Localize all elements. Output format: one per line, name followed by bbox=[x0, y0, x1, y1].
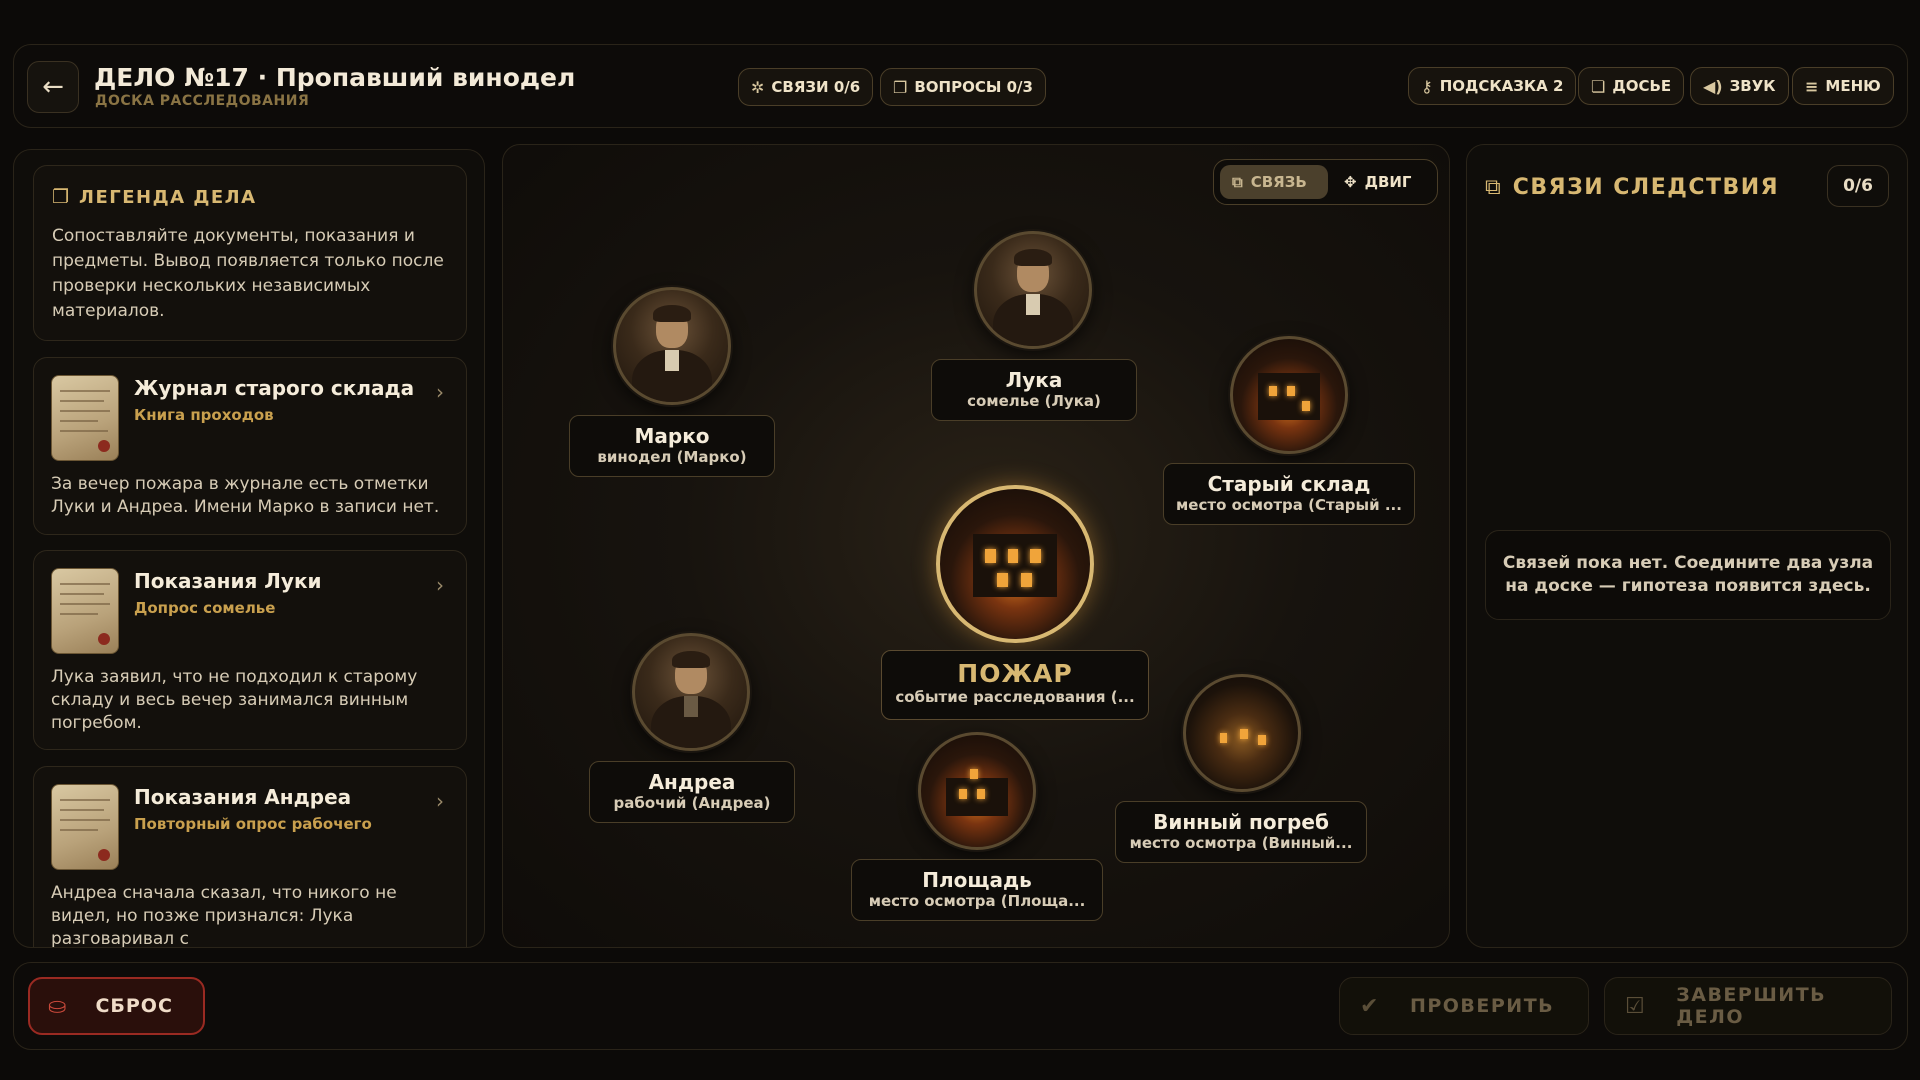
document-title: Показания Луки bbox=[134, 569, 322, 593]
folder-icon: ❏ bbox=[1591, 76, 1606, 96]
chevron-right-icon: › bbox=[436, 380, 444, 404]
document-thumbnail bbox=[51, 784, 119, 870]
speaker-icon: ◀) bbox=[1703, 76, 1723, 96]
reset-label: СБРОС bbox=[95, 995, 173, 1017]
document-subtitle: Книга проходов bbox=[134, 406, 274, 424]
node-role: место осмотра (Винный... bbox=[1129, 834, 1353, 852]
node-label-square[interactable]: Площадь место осмотра (Площа... bbox=[851, 859, 1103, 921]
links-empty-state: Связей пока нет. Соедините два узла на д… bbox=[1485, 530, 1891, 620]
node-label-fire[interactable]: ПОЖАР событие расследования (... bbox=[881, 650, 1149, 720]
node-name: Лука bbox=[1005, 368, 1063, 392]
investigation-board[interactable]: ⧉ СВЯЗЬ ✥ ДВИГ Марко винодел (Марко) Лук… bbox=[502, 144, 1450, 948]
node-name: Площадь bbox=[922, 868, 1032, 892]
case-materials-panel: ❐ ЛЕГЕНДА ДЕЛА Сопоставляйте документы, … bbox=[13, 149, 485, 948]
node-portrait-andrea[interactable] bbox=[632, 633, 750, 751]
node-portrait-fire[interactable] bbox=[936, 485, 1094, 643]
node-role: событие расследования (... bbox=[895, 688, 1135, 706]
node-label-wine-cellar[interactable]: Винный погреб место осмотра (Винный... bbox=[1115, 801, 1367, 863]
node-label-andrea[interactable]: Андреа рабочий (Андреа) bbox=[589, 761, 795, 823]
network-icon: ✲ bbox=[751, 77, 765, 97]
link-mode-button[interactable]: ⧉ СВЯЗЬ bbox=[1220, 165, 1328, 199]
network-tree-icon: ⧉ bbox=[1485, 175, 1501, 200]
key-icon: ⚷ bbox=[1421, 76, 1433, 96]
node-name: Старый склад bbox=[1207, 472, 1371, 496]
node-name: Марко bbox=[634, 424, 710, 448]
legend-text: Сопоставляйте документы, показания и пре… bbox=[52, 226, 444, 321]
case-subtitle: ДОСКА РАССЛЕДОВАНИЯ bbox=[95, 93, 310, 109]
node-name: ПОЖАР bbox=[957, 659, 1073, 688]
investigation-links-panel: ⧉ СВЯЗИ СЛЕДСТВИЯ 0/6 Связей пока нет. С… bbox=[1466, 144, 1908, 948]
document-card[interactable]: Журнал старого склада Книга проходов › З… bbox=[33, 357, 467, 535]
folder-icon: ❐ bbox=[52, 186, 70, 208]
node-name: Андреа bbox=[648, 770, 736, 794]
move-mode-button[interactable]: ✥ ДВИГ bbox=[1332, 165, 1432, 199]
node-role: рабочий (Андреа) bbox=[613, 794, 771, 812]
document-subtitle: Повторный опрос рабочего bbox=[134, 815, 372, 833]
links-stat-button[interactable]: ✲ СВЯЗИ 0/6 bbox=[738, 68, 874, 106]
node-label-marko[interactable]: Марко винодел (Марко) bbox=[569, 415, 775, 477]
link-nodes-icon: ⧉ bbox=[1232, 173, 1243, 191]
sound-label: ЗВУК bbox=[1729, 77, 1776, 95]
move-arrows-icon: ✥ bbox=[1344, 173, 1357, 191]
menu-label: МЕНЮ bbox=[1825, 77, 1881, 95]
links-stat-label: СВЯЗИ 0/6 bbox=[771, 78, 861, 96]
sound-button[interactable]: ◀) ЗВУК bbox=[1690, 67, 1789, 105]
bottom-bar: ⛀ СБРОС ✔ ПРОВЕРИТЬ ☑ ЗАВЕРШИТЬ ДЕЛО bbox=[13, 962, 1908, 1050]
node-role: сомелье (Лука) bbox=[967, 392, 1101, 410]
menu-icon: ≡ bbox=[1805, 76, 1819, 96]
node-portrait-marko[interactable] bbox=[613, 287, 731, 405]
document-summary: Лука заявил, что не подходил к старому с… bbox=[51, 667, 418, 733]
hint-label: ПОДСКАЗКА 2 bbox=[1439, 77, 1564, 95]
verified-badge-icon: ✔ bbox=[1360, 993, 1380, 1019]
mode-toggle: ⧉ СВЯЗЬ ✥ ДВИГ bbox=[1213, 159, 1438, 205]
links-count-badge: 0/6 bbox=[1827, 165, 1889, 207]
node-portrait-wine-cellar[interactable] bbox=[1183, 674, 1301, 792]
finish-label: ЗАВЕРШИТЬ ДЕЛО bbox=[1676, 984, 1827, 1028]
document-thumbnail bbox=[51, 568, 119, 654]
dossier-button[interactable]: ❏ ДОСЬЕ bbox=[1578, 67, 1685, 105]
legend-card: ❐ ЛЕГЕНДА ДЕЛА Сопоставляйте документы, … bbox=[33, 165, 467, 341]
node-role: место осмотра (Площа... bbox=[868, 892, 1086, 910]
broom-icon: ⛀ bbox=[48, 993, 68, 1019]
document-card[interactable]: Показания Луки Допрос сомелье › Лука зая… bbox=[33, 550, 467, 750]
move-mode-label: ДВИГ bbox=[1364, 173, 1412, 191]
dossier-label: ДОСЬЕ bbox=[1612, 77, 1672, 95]
check-button[interactable]: ✔ ПРОВЕРИТЬ bbox=[1339, 977, 1589, 1035]
node-label-old-warehouse[interactable]: Старый склад место осмотра (Старый ... bbox=[1163, 463, 1415, 525]
questions-icon: ❐ bbox=[893, 77, 908, 97]
node-role: место осмотра (Старый ... bbox=[1176, 496, 1402, 514]
menu-button[interactable]: ≡ МЕНЮ bbox=[1792, 67, 1894, 105]
case-title: ДЕЛО №17 · Пропавший винодел bbox=[94, 63, 576, 92]
finish-case-button[interactable]: ☑ ЗАВЕРШИТЬ ДЕЛО bbox=[1604, 977, 1892, 1035]
questions-stat-button[interactable]: ❐ ВОПРОСЫ 0/3 bbox=[880, 68, 1046, 106]
node-portrait-square[interactable] bbox=[918, 732, 1036, 850]
links-title: СВЯЗИ СЛЕДСТВИЯ bbox=[1512, 175, 1780, 200]
chevron-right-icon: › bbox=[436, 573, 444, 597]
reset-button[interactable]: ⛀ СБРОС bbox=[28, 977, 205, 1035]
node-role: винодел (Марко) bbox=[597, 448, 747, 466]
node-name: Винный погреб bbox=[1153, 810, 1329, 834]
questions-stat-label: ВОПРОСЫ 0/3 bbox=[914, 78, 1033, 96]
check-label: ПРОВЕРИТЬ bbox=[1409, 995, 1555, 1017]
document-card[interactable]: Показания Андреа Повторный опрос рабочег… bbox=[33, 766, 467, 948]
node-label-luka[interactable]: Лука сомелье (Лука) bbox=[931, 359, 1137, 421]
hint-button[interactable]: ⚷ ПОДСКАЗКА 2 bbox=[1408, 67, 1577, 105]
document-title: Показания Андреа bbox=[134, 785, 352, 809]
node-portrait-old-warehouse[interactable] bbox=[1230, 336, 1348, 454]
back-button[interactable]: ← bbox=[27, 61, 79, 113]
node-portrait-luka[interactable] bbox=[974, 231, 1092, 349]
document-subtitle: Допрос сомелье bbox=[134, 599, 276, 617]
link-mode-label: СВЯЗЬ bbox=[1250, 173, 1307, 191]
document-summary: Андреа сначала сказал, что никого не вид… bbox=[51, 883, 397, 948]
arrow-left-icon: ← bbox=[42, 72, 64, 102]
top-bar: ← ДЕЛО №17 · Пропавший винодел ДОСКА РАС… bbox=[13, 44, 1908, 128]
legend-title: ЛЕГЕНДА ДЕЛА bbox=[79, 186, 257, 208]
document-thumbnail bbox=[51, 375, 119, 461]
clipboard-check-icon: ☑ bbox=[1625, 993, 1647, 1019]
document-title: Журнал старого склада bbox=[134, 376, 415, 400]
chevron-right-icon: › bbox=[436, 789, 444, 813]
document-summary: За вечер пожара в журнале есть отметки Л… bbox=[51, 474, 440, 517]
